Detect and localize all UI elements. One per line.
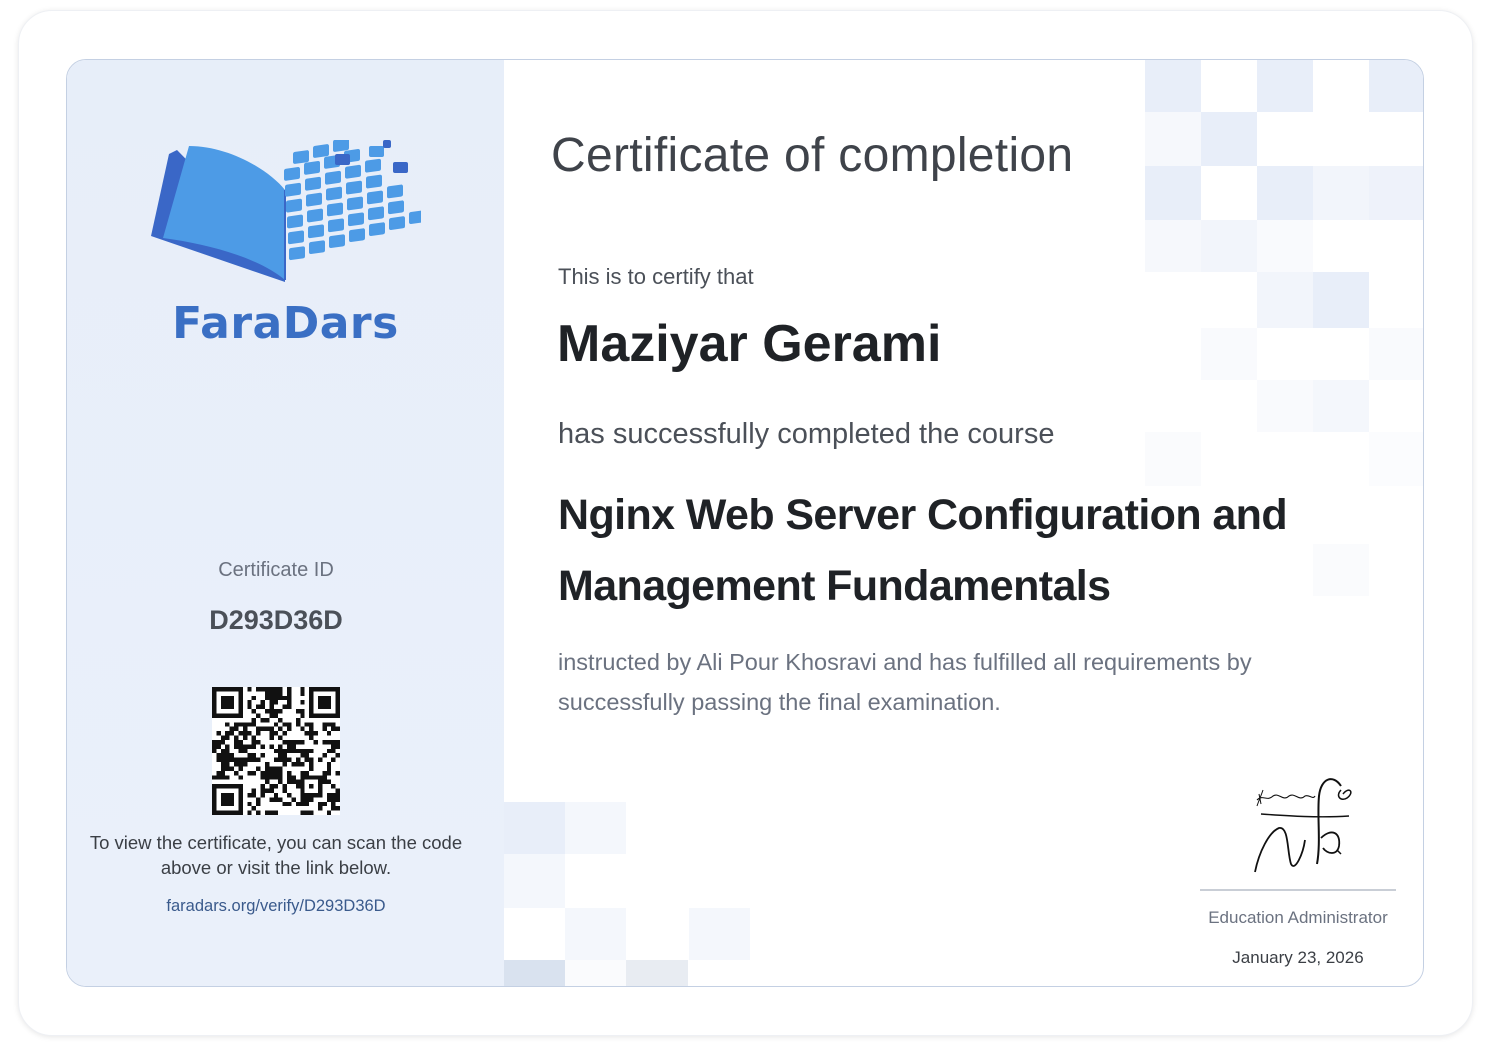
decorative-tile bbox=[1145, 60, 1201, 112]
decorative-tile bbox=[1257, 166, 1313, 220]
certificate-card: FaraDars Certificate ID D293D36D To view… bbox=[66, 59, 1424, 987]
decorative-tile bbox=[1369, 328, 1423, 380]
decorative-tile bbox=[1313, 166, 1369, 220]
signatory-role: Education Administrator bbox=[1208, 908, 1388, 927]
decorative-tile bbox=[1313, 380, 1369, 432]
qr-code[interactable] bbox=[212, 687, 340, 815]
decorative-tile bbox=[1369, 432, 1423, 486]
faradars-logo-icon bbox=[151, 140, 421, 282]
decorative-tile bbox=[1201, 112, 1257, 166]
decorative-tile bbox=[1257, 220, 1313, 272]
left-panel: FaraDars Certificate ID D293D36D To view… bbox=[67, 60, 504, 986]
decorative-tile bbox=[1201, 220, 1257, 272]
decorative-tile bbox=[626, 960, 688, 986]
decorative-tile bbox=[1201, 328, 1257, 380]
decorative-tile bbox=[1257, 60, 1313, 112]
instructor-statement: instructed by Ali Pour Khosravi and has … bbox=[558, 649, 1252, 715]
decorative-tile bbox=[1145, 166, 1201, 220]
decorative-tile bbox=[1369, 60, 1423, 112]
decorative-tile bbox=[1257, 380, 1313, 432]
signature-line bbox=[1200, 889, 1396, 891]
decorative-tile bbox=[689, 908, 750, 960]
decorative-tile bbox=[565, 802, 626, 854]
certificate-title: Certificate of completion bbox=[551, 129, 1074, 182]
completed-text: has successfully completed the course bbox=[558, 418, 1055, 450]
decorative-tile bbox=[1369, 166, 1423, 220]
decorative-tile bbox=[1145, 220, 1201, 272]
decorative-tile bbox=[504, 854, 565, 908]
signature-image bbox=[1254, 778, 1352, 873]
scan-instructions: To view the certificate, you can scan th… bbox=[89, 832, 463, 878]
decorative-tile bbox=[1145, 432, 1201, 486]
right-panel: Certificate of completion This is to cer… bbox=[504, 60, 1423, 986]
decorative-tile bbox=[1145, 112, 1201, 166]
certificate-id-value: D293D36D bbox=[209, 605, 343, 635]
decorative-tile bbox=[504, 802, 565, 854]
decorative-tile bbox=[504, 960, 565, 986]
decorative-tile bbox=[1313, 272, 1369, 328]
recipient-name: Maziyar Gerami bbox=[557, 315, 942, 373]
decorative-tile bbox=[1257, 272, 1313, 328]
verify-link[interactable]: faradars.org/verify/D293D36D bbox=[67, 897, 485, 916]
decorative-tile bbox=[565, 908, 626, 960]
course-name: Nginx Web Server Configuration and Manag… bbox=[558, 491, 1288, 610]
certificate-id-label: Certificate ID bbox=[218, 559, 334, 581]
decorative-tile bbox=[565, 960, 626, 986]
certify-text: This is to certify that bbox=[558, 264, 754, 289]
issue-date: January 23, 2026 bbox=[1232, 948, 1364, 967]
brand-name: FaraDars bbox=[172, 298, 399, 349]
